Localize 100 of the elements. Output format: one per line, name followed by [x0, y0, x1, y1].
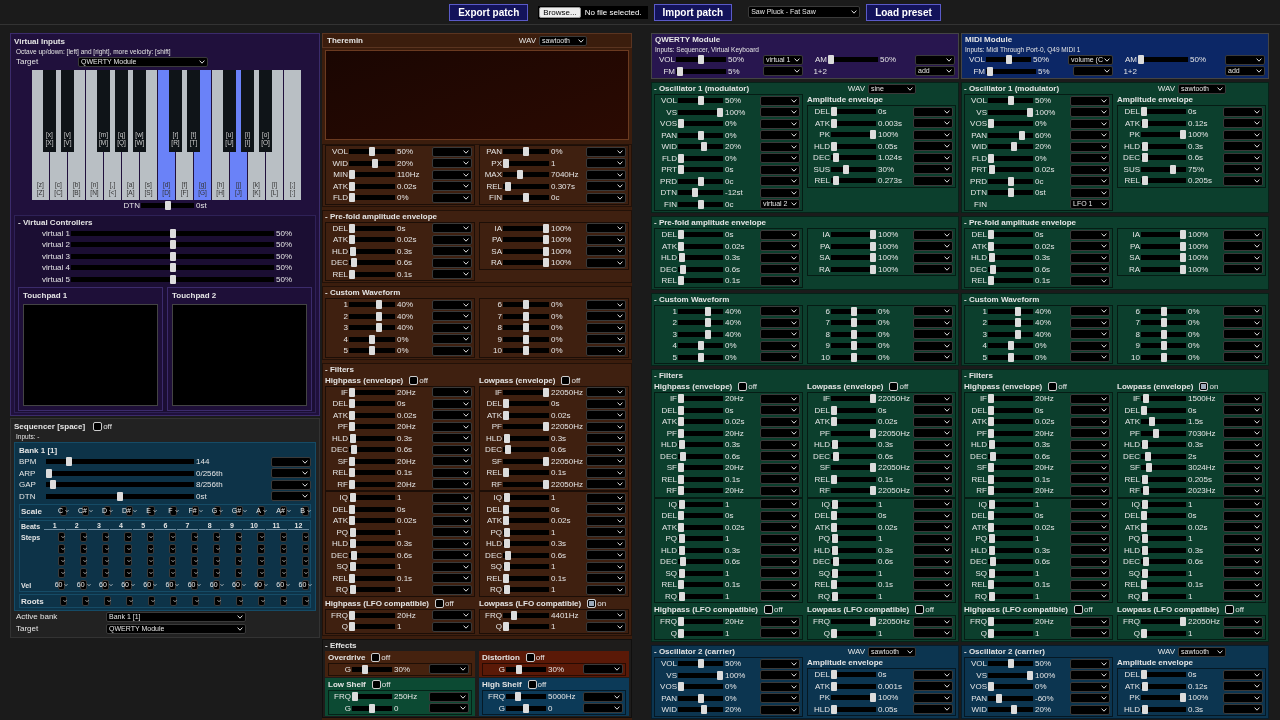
- slider-label: SF: [665, 463, 677, 473]
- slider-value: 0s: [1187, 511, 1198, 521]
- panel-title: Highpass (envelope): [964, 382, 1043, 391]
- slider-value: 20%: [396, 158, 414, 168]
- slider-value: 0.3s: [1034, 440, 1052, 450]
- slider-label: PF: [1128, 428, 1140, 438]
- slider-label: SA: [490, 246, 502, 256]
- slider-value: 0.205s: [1187, 474, 1214, 484]
- file-input[interactable]: Browse... No file selected.: [538, 5, 648, 19]
- slider-label: RQ: [1127, 591, 1140, 601]
- slider-value: 0%: [550, 346, 564, 356]
- slider-value: 1: [1034, 628, 1041, 638]
- slider-label: VOL: [970, 659, 987, 669]
- wave-label: WAV: [847, 84, 865, 93]
- slider-value: 22050Hz: [550, 387, 585, 397]
- slider-value: 0%: [550, 323, 564, 333]
- slider-value: 1: [877, 534, 884, 544]
- toggle-label: off: [571, 375, 581, 385]
- slider-value: 0.1s: [1034, 474, 1052, 484]
- slider-label: DEL: [813, 511, 830, 521]
- slider-label: ATK: [661, 241, 677, 251]
- slider-label: ATK: [1124, 522, 1140, 532]
- slider-value: 110Hz: [396, 170, 421, 180]
- slider-label: DEL: [331, 399, 348, 409]
- slider-value: 0s: [1187, 405, 1198, 415]
- slider-value: 0.02s: [724, 241, 746, 251]
- slider-label: VOL: [660, 96, 677, 106]
- slider-value: 20Hz: [1034, 394, 1055, 404]
- slider-value: 7040Hz: [550, 170, 580, 180]
- slider-value: 0.02s: [877, 417, 899, 427]
- slider-value: 0s: [877, 405, 888, 415]
- slider-label: VOL: [658, 55, 675, 65]
- section-title: - Virtual Controllers: [18, 216, 94, 228]
- slider-label: VOL: [660, 659, 677, 669]
- slider-label: RA: [489, 258, 502, 268]
- slider-label: 8: [496, 323, 502, 333]
- slider-value: 100%: [550, 235, 573, 245]
- slider-value: 22050Hz: [877, 463, 912, 473]
- slider-value: 0.05s: [877, 141, 899, 151]
- slider-value: 0%: [1187, 341, 1201, 351]
- slider-label: REL: [331, 269, 348, 279]
- slider-value: 0%: [877, 306, 891, 316]
- slider-label: 1+2: [1122, 66, 1137, 76]
- slider-label: REL: [660, 276, 677, 286]
- slider-label: G: [343, 703, 351, 713]
- toggle-label: off: [925, 605, 934, 614]
- slider-value: 1: [396, 585, 403, 595]
- slider-label: PQ: [489, 527, 502, 537]
- slider-value: 0.3s: [877, 440, 895, 450]
- slider-label: ATK: [814, 522, 830, 532]
- slider-value: 1: [724, 628, 731, 638]
- slider-label: DEL: [813, 405, 830, 415]
- toggle-label: off: [103, 422, 112, 431]
- slider-label: REL: [660, 474, 677, 484]
- load-preset-button[interactable]: Load preset: [866, 3, 941, 21]
- slider-label: WID: [970, 705, 987, 715]
- slider-label: DEC: [812, 451, 830, 461]
- slider-value: 0s: [877, 670, 888, 680]
- slider-label: PK: [818, 130, 830, 140]
- panel-title: Lowpass (envelope): [807, 382, 884, 391]
- import-button[interactable]: Import patch: [653, 3, 733, 21]
- slider-value: 0c: [550, 193, 561, 203]
- slider-label: RQ: [817, 591, 830, 601]
- slider-label: FRQ: [487, 692, 505, 702]
- slider-value: 3024Hz: [1187, 463, 1217, 473]
- slider-label: HLD: [970, 253, 987, 263]
- slider-label: DEC: [484, 550, 502, 560]
- slider-value: 1: [724, 499, 731, 509]
- slider-value: 0%: [1034, 682, 1048, 692]
- section-title: - Custom Waveform: [325, 288, 401, 297]
- export-button[interactable]: Export patch: [449, 3, 529, 21]
- slider-value: 0.3s: [724, 545, 742, 555]
- slider-label: virtual 3: [41, 251, 70, 261]
- slider-label: 7: [496, 311, 502, 321]
- slider-value: 0.1s: [877, 474, 895, 484]
- slider-label: 1+2: [812, 66, 827, 76]
- slider-value: 0s: [724, 165, 735, 175]
- slider-value: 0.02s: [396, 235, 418, 245]
- slider-value: 0%: [1034, 153, 1048, 163]
- slider-value: 0.3s: [396, 539, 414, 549]
- slider-value: 0%: [1187, 329, 1201, 339]
- slider-label: 9: [824, 341, 830, 351]
- slider-label: AM: [814, 55, 827, 65]
- slider-label: HLD: [813, 440, 830, 450]
- slider-label: DEC: [659, 264, 677, 274]
- slider-value: 0.6s: [396, 550, 414, 560]
- slider-value: 40%: [396, 323, 414, 333]
- slider-label: DEL: [1123, 511, 1140, 521]
- slider-label: PA: [1128, 241, 1140, 251]
- slider-label: FRQ: [330, 610, 348, 620]
- panel-title: Lowpass (LFO compatible): [1117, 605, 1220, 614]
- slider-value: 0%: [724, 341, 738, 351]
- slider-label: PAN: [660, 693, 677, 703]
- slider-label: PRD: [969, 176, 987, 186]
- slider-value: 0s: [877, 107, 888, 117]
- slider-value: 1: [550, 527, 557, 537]
- slider-label: ATK: [971, 522, 987, 532]
- slider-value: 0c: [724, 199, 735, 209]
- slider-label: SF: [1128, 463, 1140, 473]
- slider-label: RQ: [489, 585, 502, 595]
